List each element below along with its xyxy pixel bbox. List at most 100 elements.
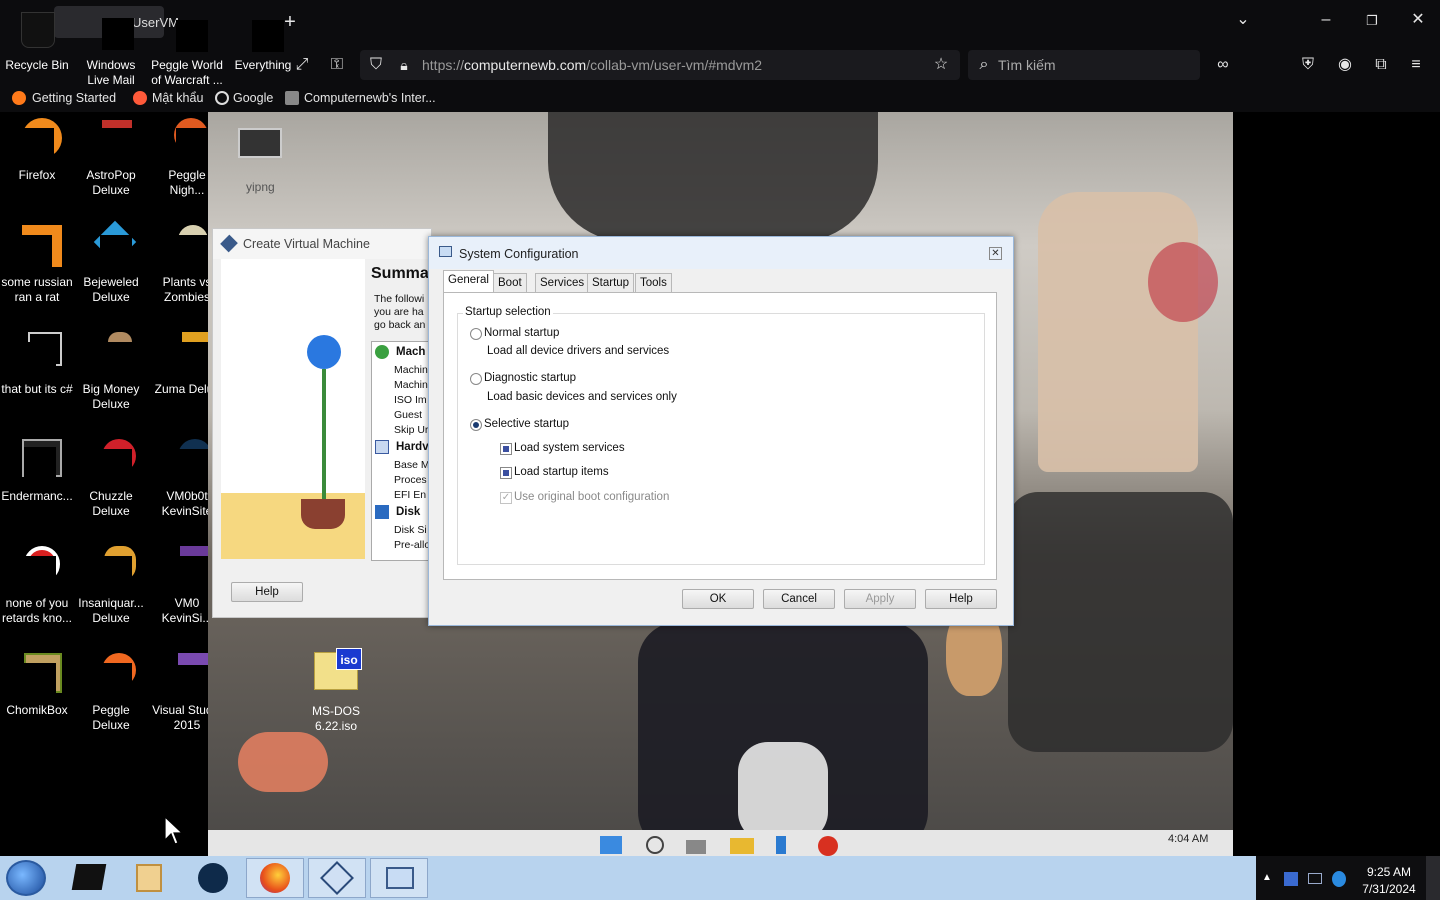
mouse-cursor-icon: [164, 816, 184, 845]
firefox-icon: [12, 91, 26, 105]
insaniquarium-icon: [88, 546, 136, 592]
visual-studio-icon: [164, 653, 212, 699]
desktop-icon-chuzzle[interactable]: Chuzzle Deluxe: [74, 439, 148, 519]
bookmark-computernewb[interactable]: Computernewb's Inter...: [304, 91, 436, 105]
desktop-icon-everything[interactable]: Everything: [226, 8, 300, 73]
icon-label: Plants vs Zombies: [162, 275, 212, 304]
desktop-icon-bejeweled[interactable]: Bejeweled Deluxe: [74, 220, 148, 305]
desktop-icon-recycle-bin[interactable]: Recycle Bin: [0, 8, 74, 73]
taskbar-app-terminal[interactable]: [60, 858, 118, 898]
extensions-icon[interactable]: ⧉: [1371, 57, 1391, 73]
minimize-icon[interactable]: –: [1316, 12, 1336, 28]
diagnostic-startup-label[interactable]: Diagnostic startup: [484, 372, 576, 384]
tab-boot[interactable]: Boot: [493, 273, 527, 293]
browser-page-margin: [1233, 112, 1440, 856]
tab-list-chevron-icon[interactable]: ⌄: [1233, 12, 1253, 28]
tab-tools[interactable]: Tools: [635, 273, 672, 293]
normal-startup-label[interactable]: Normal startup: [484, 327, 559, 339]
bookmark-google[interactable]: Google: [233, 91, 273, 105]
show-desktop-button[interactable]: [1426, 856, 1440, 900]
vm-taskview-icon[interactable]: [686, 840, 706, 854]
load-system-services-label[interactable]: Load system services: [514, 442, 625, 454]
create-vm-titlebar[interactable]: Create Virtual Machine: [213, 229, 431, 259]
ok-button[interactable]: OK: [682, 589, 754, 609]
create-vm-window[interactable]: Create Virtual Machine Summa The followi…: [212, 228, 433, 618]
selective-startup-label[interactable]: Selective startup: [484, 418, 569, 430]
normal-startup-radio[interactable]: [470, 328, 482, 340]
private-mask-icon[interactable]: ∞: [1213, 57, 1233, 73]
virtualbox-icon: [320, 861, 354, 895]
taskbar-clock-date[interactable]: 7/31/2024: [1354, 882, 1424, 896]
desktop-icon-russian-rat[interactable]: some russian ran a rat: [0, 225, 74, 305]
tray-display-icon[interactable]: [1308, 873, 1322, 884]
diagnostic-startup-radio[interactable]: [470, 373, 482, 385]
start-button[interactable]: [6, 860, 46, 896]
vm-background-chair: [1008, 492, 1233, 752]
wizard-illustration: [221, 259, 365, 559]
desktop-icon-big-money[interactable]: Big Money Deluxe: [74, 332, 148, 412]
desktop-icon-windows-live-mail[interactable]: Windows Live Mail: [74, 8, 148, 88]
load-startup-items-label[interactable]: Load startup items: [514, 466, 609, 478]
vm-background-figure: [548, 112, 878, 242]
vm-chrome-icon[interactable]: [818, 836, 838, 856]
tray-expand-icon[interactable]: ▲: [1262, 872, 1272, 883]
tree-row: Disk Si: [394, 524, 427, 536]
taskbar-app-virtualbox[interactable]: [308, 858, 366, 898]
help-button[interactable]: Help: [925, 589, 997, 609]
close-window-icon[interactable]: ✕: [1408, 12, 1428, 28]
tab-general[interactable]: General: [443, 270, 494, 293]
tray-network-icon[interactable]: [1284, 872, 1298, 886]
menu-icon[interactable]: ≡: [1406, 57, 1426, 73]
selective-startup-radio[interactable]: [470, 419, 482, 431]
shortcut-icon: [14, 332, 62, 378]
vm-store-icon[interactable]: [776, 836, 786, 854]
desktop-icon-chomikbox[interactable]: ChomikBox: [0, 653, 74, 718]
msconfig-titlebar[interactable]: System Configuration ✕: [429, 237, 1013, 269]
vm-background-sock: [738, 742, 828, 842]
bookmark-getting-started[interactable]: Getting Started: [32, 91, 116, 105]
load-startup-items-checkbox[interactable]: [500, 467, 512, 479]
vm-start-icon[interactable]: [600, 836, 622, 854]
tab-services[interactable]: Services: [535, 273, 590, 293]
desktop-icon-astropop[interactable]: AstroPop Deluxe: [74, 118, 148, 198]
taskbar-app-firefox[interactable]: [246, 858, 304, 898]
peggle-icon: [164, 8, 210, 54]
vm-search-icon[interactable]: [646, 836, 664, 854]
desktop-icon-firefox[interactable]: Firefox: [0, 118, 74, 183]
taskbar-app-globe[interactable]: [184, 858, 242, 898]
google-icon: [215, 91, 229, 105]
close-icon[interactable]: ✕: [989, 247, 1002, 260]
account-icon[interactable]: ◉: [1335, 57, 1355, 73]
bookmark-star-icon[interactable]: ☆: [931, 57, 951, 73]
shield-icon[interactable]: ⛉: [366, 57, 386, 73]
everything-icon: [240, 8, 286, 54]
vm-explorer-icon[interactable]: [730, 838, 754, 854]
lock-icon[interactable]: 🔒︎: [394, 57, 414, 73]
desktop-icon-none-of-you[interactable]: none of you retards kno...: [0, 546, 74, 626]
create-vm-help-button[interactable]: Help: [231, 582, 303, 602]
msconfig-app-icon: [386, 867, 414, 889]
bookmark-mat-khau[interactable]: Mật khẩu: [152, 91, 203, 105]
key-icon[interactable]: ⚿: [327, 57, 347, 73]
iso-badge: iso: [336, 648, 362, 670]
load-system-services-checkbox[interactable]: [500, 443, 512, 455]
url-text[interactable]: https://computernewb.com/collab-vm/user-…: [422, 57, 762, 73]
restore-icon[interactable]: ❐: [1362, 13, 1382, 29]
tab-startup[interactable]: Startup: [587, 273, 635, 293]
taskbar-clock-time[interactable]: 9:25 AM: [1354, 865, 1424, 879]
taskbar-app-msconfig[interactable]: [370, 858, 428, 898]
pocket-icon[interactable]: ⛨: [1298, 57, 1318, 73]
icon-label: some russian ran a rat: [1, 275, 73, 304]
zuma-icon: [164, 332, 210, 378]
desktop-icon-peggle-wow[interactable]: Peggle World of Warcraft ...: [150, 8, 224, 88]
create-vm-title: Create Virtual Machine: [243, 237, 370, 251]
taskbar-app-media-player[interactable]: [120, 858, 178, 898]
desktop-icon-that-but-its-csharp[interactable]: that but its c#: [0, 332, 74, 397]
desktop-icon-insaniquarium[interactable]: Insaniquar... Deluxe: [74, 546, 148, 626]
desktop-icon-peggle-deluxe[interactable]: Peggle Deluxe: [74, 653, 148, 733]
chomikbox-icon: [14, 653, 62, 699]
tree-row: Pre-allo: [394, 539, 431, 551]
tray-bluetooth-icon[interactable]: [1332, 871, 1346, 887]
cancel-button[interactable]: Cancel: [763, 589, 835, 609]
desktop-icon-endermanch[interactable]: Endermanc...: [0, 439, 74, 504]
